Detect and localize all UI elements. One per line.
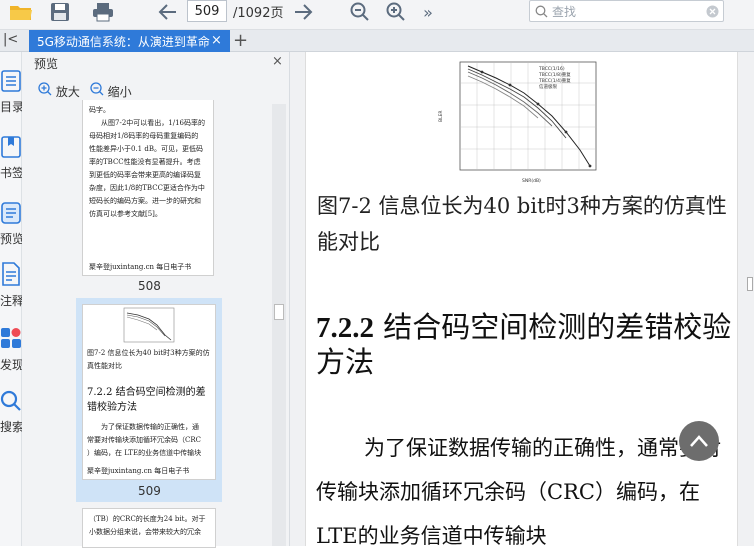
performance-figure: TBCC(1/16) TBCC(1/8)重复 TBCC(1/4)重复 信道极限 … [438, 61, 597, 184]
thumbnail-heading: 7.2.2 结合码空间检测的差错校验方法 [87, 387, 206, 413]
chevron-up-icon [690, 435, 708, 447]
rail-label: 注释 [0, 294, 25, 308]
panel-close-button[interactable]: × [272, 54, 283, 69]
zoom-out-label: 缩小 [107, 85, 132, 99]
page-thumbnail-509[interactable]: 图7-2 信息位长为40 bit时3种方案的仿真性能对比 7.2.2 结合码空间… [82, 304, 216, 480]
tab-document[interactable]: 5G移动通信系统：从演进到革命 [29, 30, 230, 52]
annotation-icon [2, 262, 20, 286]
legend-entry: 信道极限 [539, 83, 557, 90]
rail-label: 发现 [0, 358, 25, 372]
search-input[interactable]: 查找 [529, 0, 724, 22]
section-heading: 7.2.2 结合码空间检测的差错校验方法 [316, 310, 736, 379]
thumbnail-footer: 聚辛登juxintang.cn 每日电子书 [87, 467, 190, 475]
page-total-label: /1092页 [233, 6, 284, 21]
legend-entry: TBCC(1/16) [538, 66, 565, 72]
zoom-in-icon[interactable] [383, 0, 409, 24]
page-thumbnail-510[interactable]: （TB）的CRC的长度为24 bit。对于 小数据分组来说，会带来较大的冗余 [82, 508, 216, 548]
thumb-zoom-out-button[interactable]: 缩小 [90, 82, 132, 100]
thumbnail-text: （TB）的CRC的长度为24 bit。对于 小数据分组来说，会带来较大的冗余 [89, 515, 206, 536]
clear-search-icon[interactable] [706, 5, 719, 18]
panel-title: 预览 [34, 57, 59, 71]
search-placeholder: 查找 [552, 5, 577, 19]
section-title: 结合码空间检测的差错校验方法 [316, 310, 732, 379]
tab-bar: |< 5G移动通信系统：从演进到革命 × + [0, 30, 754, 52]
more-tools-button[interactable]: » [418, 0, 438, 24]
legend-entry: TBCC(1/4)重复 [538, 77, 571, 84]
thumbnail-text: 码字。 从图7-2中可以看出，1/16码率的 母码相对1/8码率的母码重复编码的… [89, 106, 205, 218]
page-number-509: 509 [138, 484, 161, 498]
rail-item-preview[interactable]: 预览 [0, 202, 25, 247]
rail-item-discover[interactable]: 发现 [0, 326, 25, 373]
figure-ylabel: BLER [438, 110, 444, 122]
figure-xlabel: SNR(dB) [522, 178, 541, 184]
tab-close-button[interactable]: × [211, 33, 222, 48]
page-number-508: 508 [138, 279, 161, 293]
next-page-icon[interactable] [290, 0, 316, 24]
thumbnail-caption: 图7-2 信息位长为40 bit时3种方案的仿真性能对比 [87, 349, 210, 370]
rail-item-annotation[interactable]: 注释 [0, 262, 25, 309]
collapse-panel-button[interactable]: |< [3, 32, 18, 47]
prev-page-icon[interactable] [155, 0, 181, 24]
preview-icon [1, 202, 21, 224]
thumbnail-scrollbar[interactable] [272, 104, 286, 546]
search-icon [0, 390, 21, 411]
rail-label: 预览 [0, 232, 25, 246]
print-icon[interactable] [90, 0, 116, 24]
save-icon[interactable] [48, 0, 72, 24]
zoom-out-icon [90, 82, 104, 96]
thumbnail-figure [123, 307, 175, 343]
page-number-input[interactable]: 509 [187, 0, 227, 22]
new-tab-button[interactable]: + [233, 30, 248, 51]
legend-entry: TBCC(1/8)重复 [538, 71, 571, 78]
rail-label: 目录 [0, 100, 25, 114]
section-number: 7.2.2 [316, 312, 374, 344]
rail-item-toc[interactable]: 目录 [0, 70, 25, 115]
rail-label: 搜索 [0, 420, 25, 434]
rail-item-bookmark[interactable]: 书签 [0, 136, 25, 181]
document-scrollbar[interactable] [746, 52, 754, 546]
thumbnail-footer: 聚辛登juxintang.cn 每日电子书 [89, 263, 192, 271]
bookmark-icon [1, 136, 21, 158]
zoom-out-icon[interactable] [347, 0, 373, 24]
figure-caption: 图7-2 信息位长为40 bit时3种方案的仿真性能对比 [317, 194, 727, 254]
open-folder-icon[interactable] [8, 0, 34, 24]
thumb-zoom-in-button[interactable]: 放大 [38, 82, 80, 100]
side-rail: 目录 书签 预览 注释 发现 搜索 [0, 52, 25, 546]
tab-title: 5G移动通信系统：从演进到革命 [37, 34, 210, 49]
thumbnail-text: 为了保证数据传输的正确性，通 常要对传输块添加循环冗余码（CRC ）编码，在 L… [87, 423, 202, 457]
toolbar: 509 /1092页 » 查找 [0, 0, 754, 30]
zoom-in-label: 放大 [55, 85, 80, 99]
rail-label: 书签 [0, 166, 25, 180]
discover-icon [1, 328, 21, 348]
scroll-to-top-button[interactable] [679, 421, 719, 461]
body-paragraph: 为了保证数据传输的正确性，通常要对传输块添加循环冗余码（CRC）编码，在 LTE… [316, 436, 721, 548]
toc-icon [1, 70, 21, 92]
rail-item-search[interactable]: 搜索 [0, 390, 25, 435]
search-icon [535, 5, 548, 18]
page-thumbnail-508[interactable]: 码字。 从图7-2中可以看出，1/16码率的 母码相对1/8码率的母码重复编码的… [82, 100, 214, 276]
zoom-in-icon [38, 82, 52, 96]
